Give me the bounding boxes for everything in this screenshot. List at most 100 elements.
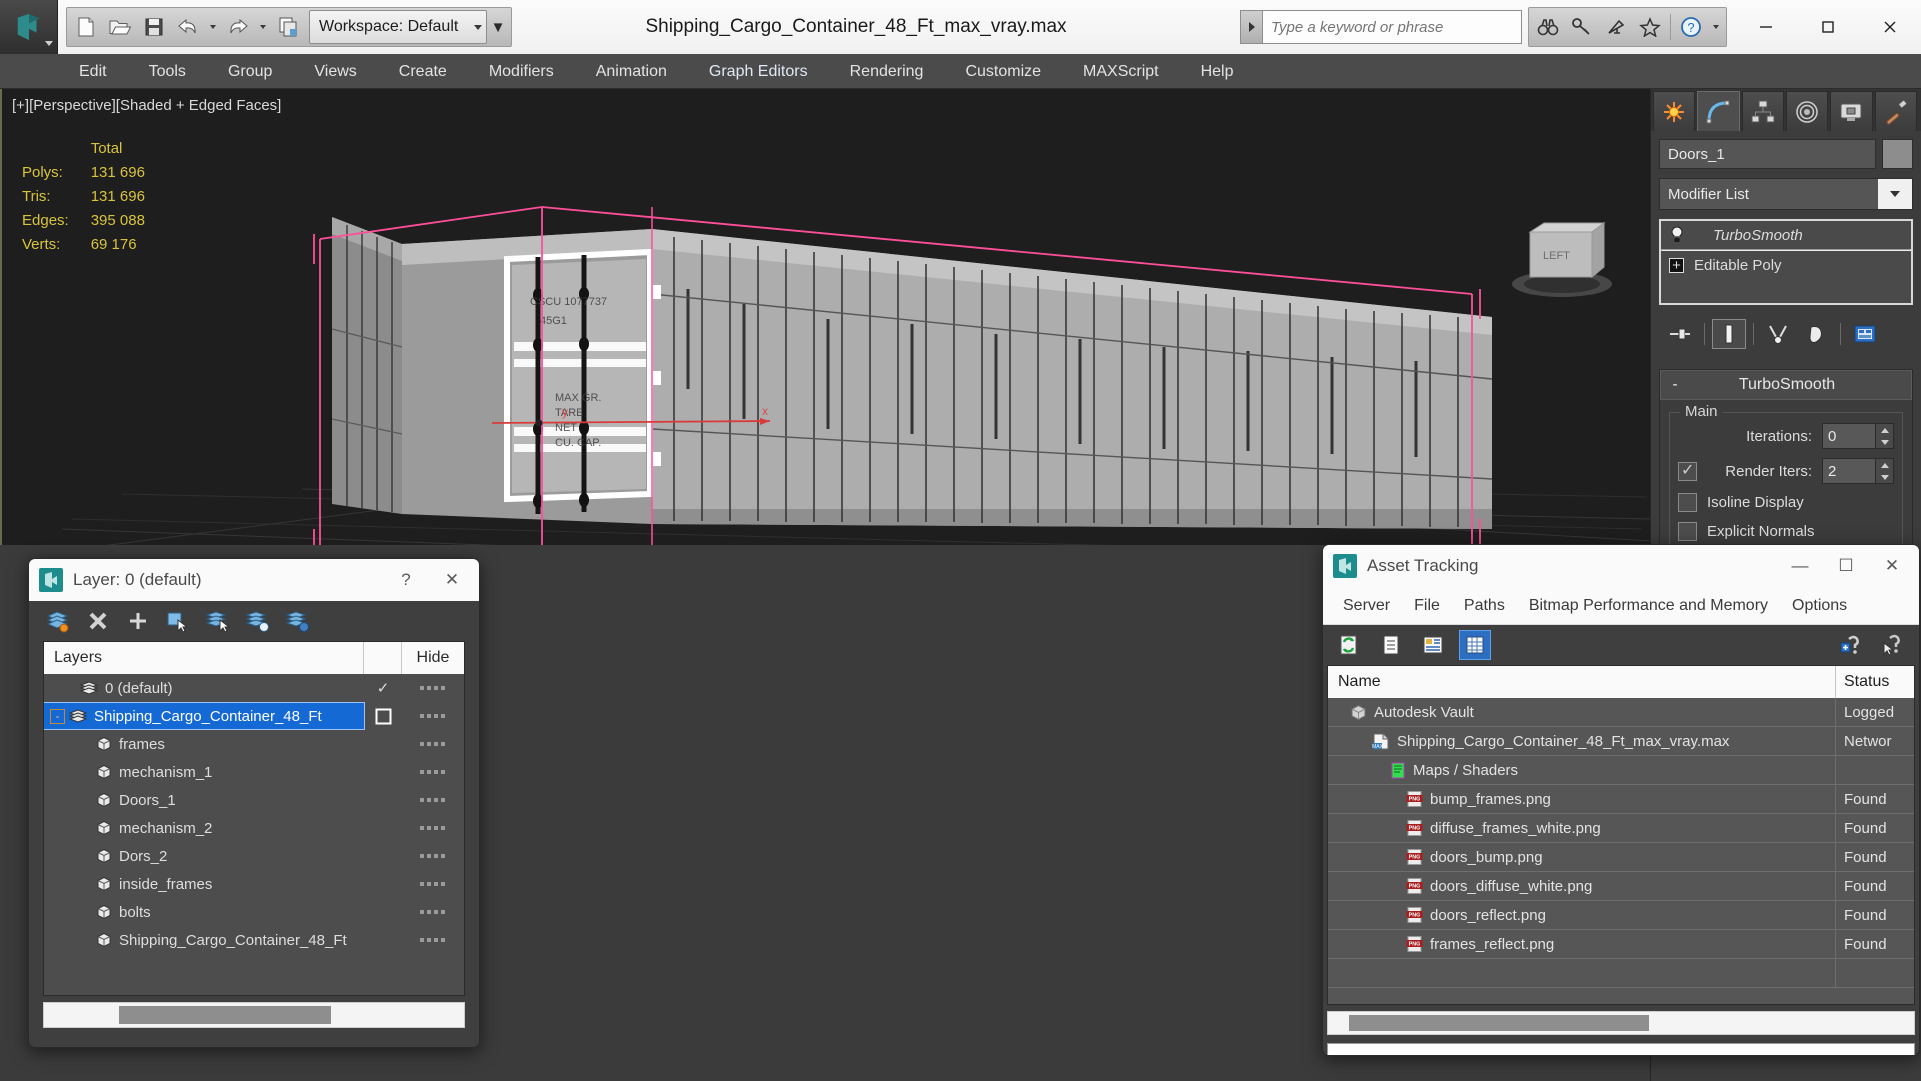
object-color-swatch[interactable] [1882, 139, 1913, 169]
save-file-icon[interactable] [137, 9, 171, 45]
perspective-viewport[interactable]: CSCU 1077737 45G1 MAX GR. TARE NET CU. C… [0, 89, 1650, 545]
open-file-icon[interactable] [103, 9, 137, 45]
asset-menu-bitmap-performance[interactable]: Bitmap Performance and Memory [1517, 587, 1780, 625]
minimize-icon[interactable]: — [1777, 545, 1823, 587]
rollout-collapse-icon[interactable]: - [1661, 376, 1689, 394]
workspace-menu-icon[interactable]: ▼ [487, 10, 509, 44]
layer-row-name-cell[interactable]: 0 (default) [44, 680, 364, 697]
render-iters-spinner[interactable] [1822, 458, 1894, 484]
menu-edit[interactable]: Edit [58, 54, 128, 89]
layer-dialog-titlebar[interactable]: Layer: 0 (default) ? ✕ [29, 559, 479, 601]
layer-row-mechanism-2[interactable]: mechanism_2 [44, 814, 464, 842]
modifier-stack-item-editablepoly[interactable]: + Editable Poly [1661, 251, 1911, 279]
layer-row-name-cell[interactable]: inside_frames [44, 876, 364, 893]
workspace-caret-icon[interactable] [474, 24, 482, 30]
refresh-icon[interactable] [1333, 630, 1365, 660]
scrollbar-thumb[interactable] [1349, 1015, 1649, 1031]
asset-row-name-cell[interactable]: PNG doors_bump.png [1328, 842, 1836, 872]
select-objects-icon[interactable] [163, 606, 193, 636]
layer-hide-toggle[interactable] [402, 910, 464, 914]
viewport-label[interactable]: [+][Perspective][Shaded + Edged Faces] [12, 97, 281, 114]
search-input[interactable] [1262, 10, 1522, 44]
undo-icon[interactable] [171, 9, 205, 45]
layer-row-name-cell[interactable]: - Shipping_Cargo_Container_48_Ft [44, 702, 365, 730]
layer-row-default[interactable]: 0 (default) ✓ [44, 674, 464, 702]
asset-row-name-cell[interactable]: MAX Shipping_Cargo_Container_48_Ft_max_v… [1328, 726, 1836, 756]
menu-tools[interactable]: Tools [128, 54, 207, 89]
menu-maxscript[interactable]: MAXScript [1062, 54, 1180, 89]
star-icon[interactable] [1633, 9, 1667, 45]
object-name-input[interactable] [1659, 139, 1876, 169]
rollout-header[interactable]: - TurboSmooth [1660, 370, 1912, 400]
menu-group[interactable]: Group [207, 54, 293, 89]
explicit-normals-row[interactable]: Explicit Normals [1678, 522, 1894, 541]
modifier-list-dropdown[interactable]: Modifier List [1659, 178, 1913, 210]
asset-row-doors-bump[interactable]: PNG doors_bump.png Found [1328, 842, 1914, 872]
layer-hide-toggle[interactable] [402, 854, 464, 858]
iterations-spinner-buttons[interactable] [1876, 423, 1894, 449]
pin-stack-icon[interactable] [1663, 319, 1697, 349]
asset-row-frames-reflect[interactable]: PNG frames_reflect.png Found [1328, 929, 1914, 959]
scrollbar-thumb[interactable] [119, 1006, 331, 1024]
chevron-down-icon[interactable] [1878, 179, 1912, 209]
modifier-stack-item-turbosmooth[interactable]: TurboSmooth [1661, 221, 1911, 249]
list-view-icon[interactable] [1375, 630, 1407, 660]
new-layer-icon[interactable] [43, 606, 73, 636]
help-button[interactable]: ? [383, 559, 429, 601]
display-tab-icon[interactable] [1830, 91, 1873, 131]
layer-row-name-cell[interactable]: mechanism_2 [44, 820, 364, 837]
highlight-selected-icon[interactable] [243, 606, 273, 636]
satellite-dish-icon[interactable] [1599, 9, 1633, 45]
layer-hide-toggle[interactable] [402, 798, 464, 802]
plus-box-icon[interactable]: + [1669, 257, 1684, 273]
layer-grid[interactable]: Layers Hide 0 (default) ✓ - Shipping_Car… [43, 641, 465, 996]
layer-row-name-cell[interactable]: Doors_1 [44, 792, 364, 809]
new-file-icon[interactable] [69, 9, 103, 45]
asset-row-doors-diffuse-white[interactable]: PNG doors_diffuse_white.png Found [1328, 871, 1914, 901]
help-dropdown-caret-icon[interactable] [1713, 25, 1719, 29]
asset-row-name-cell[interactable]: Autodesk Vault [1328, 697, 1836, 727]
menu-graph-editors[interactable]: Graph Editors [688, 54, 829, 89]
detail-view-icon[interactable] [1417, 630, 1449, 660]
layer-row-dors-2[interactable]: Dors_2 [44, 842, 464, 870]
asset-dialog-titlebar[interactable]: Asset Tracking — ☐ ✕ [1323, 545, 1919, 587]
layer-active-check[interactable]: ✓ [364, 679, 402, 697]
menu-rendering[interactable]: Rendering [829, 54, 945, 89]
layer-row-name-cell[interactable]: bolts [44, 904, 364, 921]
menu-views[interactable]: Views [293, 54, 377, 89]
explicit-normals-checkbox[interactable] [1678, 522, 1697, 541]
layer-horizontal-scrollbar[interactable] [43, 1002, 465, 1028]
render-iters-checkbox[interactable] [1678, 460, 1697, 481]
layer-row-doors-1[interactable]: Doors_1 [44, 786, 464, 814]
menu-customize[interactable]: Customize [944, 54, 1062, 89]
layer-row-name-cell[interactable]: frames [44, 736, 364, 753]
create-tab-icon[interactable] [1653, 91, 1696, 131]
asset-menu-file[interactable]: File [1402, 587, 1452, 625]
layer-properties-icon[interactable] [283, 606, 313, 636]
iterations-input[interactable] [1822, 423, 1876, 449]
layer-dialog[interactable]: Layer: 0 (default) ? ✕ Layers Hide 0 (de… [28, 558, 480, 1048]
layer-hide-toggle[interactable] [402, 882, 464, 886]
project-folder-icon[interactable] [271, 9, 305, 45]
make-unique-icon[interactable] [1761, 319, 1795, 349]
layer-row-shipping-cargo[interactable]: - Shipping_Cargo_Container_48_Ft [44, 702, 464, 730]
render-iters-input[interactable] [1822, 458, 1876, 484]
binoculars-icon[interactable] [1531, 9, 1565, 45]
delete-layer-icon[interactable] [83, 606, 113, 636]
asset-row-name-cell[interactable]: PNG doors_diffuse_white.png [1328, 871, 1836, 901]
render-iters-spinner-buttons[interactable] [1876, 458, 1894, 484]
modify-tab-icon[interactable] [1697, 91, 1740, 131]
menu-help[interactable]: Help [1180, 54, 1255, 89]
redo-icon[interactable] [221, 9, 255, 45]
layer-hide-toggle[interactable] [402, 938, 464, 942]
asset-row-doors-reflect[interactable]: PNG doors_reflect.png Found [1328, 900, 1914, 930]
add-layer-icon[interactable] [123, 606, 153, 636]
layer-row-frames[interactable]: frames [44, 730, 464, 758]
asset-row-diffuse-frames-white[interactable]: PNG diffuse_frames_white.png Found [1328, 813, 1914, 843]
asset-row-name-cell[interactable]: PNG doors_reflect.png [1328, 900, 1836, 930]
asset-tracking-dialog[interactable]: Asset Tracking — ☐ ✕ Server File Paths B… [1322, 544, 1920, 1056]
asset-menu-options[interactable]: Options [1780, 587, 1859, 625]
asset-row-maps-shaders[interactable]: Maps / Shaders [1328, 755, 1914, 785]
layer-hide-toggle[interactable] [402, 714, 464, 718]
layer-row-shipping-cargo-object[interactable]: Shipping_Cargo_Container_48_Ft [44, 926, 464, 954]
